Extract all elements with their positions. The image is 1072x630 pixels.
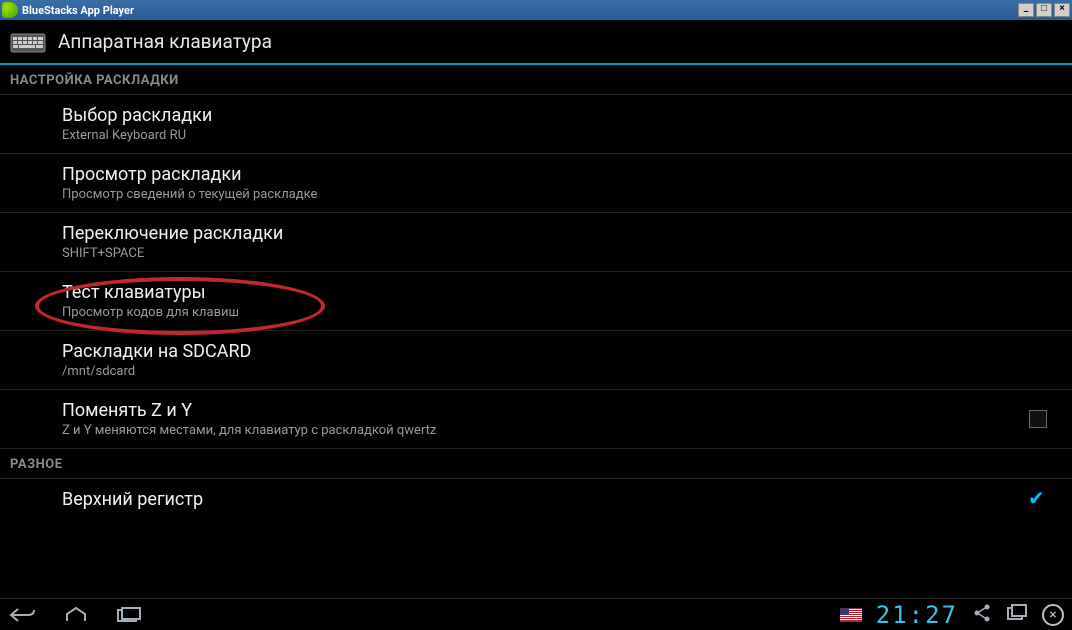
uppercase-checkbox-checked[interactable] — [1028, 490, 1048, 510]
back-icon — [8, 606, 36, 624]
item-view-layout[interactable]: Просмотр раскладки Просмотр сведений о т… — [0, 154, 1072, 213]
item-swap-zy[interactable]: Поменять Z и Y Z и Y меняются местами, д… — [0, 390, 1072, 449]
item-subtitle: Z и Y меняются местами, для клавиатур с … — [62, 423, 1018, 438]
close-x-icon: × — [1049, 607, 1056, 623]
item-subtitle: External Keyboard RU — [62, 128, 1058, 143]
recents-button[interactable] — [116, 606, 142, 624]
keyboard-icon — [10, 31, 46, 53]
item-subtitle: /mnt/sdcard — [62, 364, 1058, 379]
section-header-layout: НАСТРОЙКА РАСКЛАДКИ — [0, 65, 1072, 95]
item-title: Переключение раскладки — [62, 223, 1058, 244]
status-clock: 21:27 — [876, 601, 958, 629]
item-title: Поменять Z и Y — [62, 400, 1018, 421]
exit-button[interactable]: × — [1042, 604, 1064, 626]
back-button[interactable] — [8, 606, 36, 624]
window-titlebar: BlueStacks App Player _ □ × — [0, 0, 1072, 20]
item-title: Выбор раскладки — [62, 105, 1058, 126]
item-keyboard-test[interactable]: Тест клавиатуры Просмотр кодов для клави… — [0, 272, 1072, 331]
item-title: Раскладки на SDCARD — [62, 341, 1058, 362]
item-subtitle: SHIFT+SPACE — [62, 246, 1058, 261]
item-choose-layout[interactable]: Выбор раскладки External Keyboard RU — [0, 95, 1072, 154]
flag-us-icon[interactable] — [840, 608, 862, 622]
app-header: Аппаратная клавиатура — [0, 20, 1072, 65]
section-header-misc: РАЗНОЕ — [0, 449, 1072, 479]
system-navbar: 21:27 × — [0, 598, 1072, 630]
item-subtitle: Просмотр сведений о текущей раскладке — [62, 187, 1058, 202]
swap-zy-checkbox[interactable] — [1029, 410, 1047, 428]
home-icon — [64, 606, 88, 624]
close-button[interactable]: × — [1054, 3, 1070, 17]
recents-icon — [116, 606, 142, 624]
home-button[interactable] — [64, 606, 88, 624]
settings-content: НАСТРОЙКА РАСКЛАДКИ Выбор раскладки Exte… — [0, 65, 1072, 598]
page-title: Аппаратная клавиатура — [58, 30, 272, 53]
item-title: Тест клавиатуры — [62, 282, 1058, 303]
fullscreen-button[interactable] — [1006, 603, 1028, 627]
bluestacks-logo-icon — [2, 2, 18, 18]
item-title: Просмотр раскладки — [62, 164, 1058, 185]
minimize-button[interactable]: _ — [1018, 3, 1034, 17]
item-switch-layout[interactable]: Переключение раскладки SHIFT+SPACE — [0, 213, 1072, 272]
item-subtitle: Просмотр кодов для клавиш — [62, 305, 1058, 320]
item-title: Верхний регистр — [62, 489, 1018, 510]
item-sdcard-layouts[interactable]: Раскладки на SDCARD /mnt/sdcard — [0, 331, 1072, 390]
window-title: BlueStacks App Player — [22, 4, 134, 17]
maximize-button[interactable]: □ — [1036, 3, 1052, 17]
share-icon — [972, 603, 992, 623]
windows-icon — [1006, 603, 1028, 623]
item-uppercase[interactable]: Верхний регистр — [0, 479, 1072, 520]
share-button[interactable] — [972, 603, 992, 627]
